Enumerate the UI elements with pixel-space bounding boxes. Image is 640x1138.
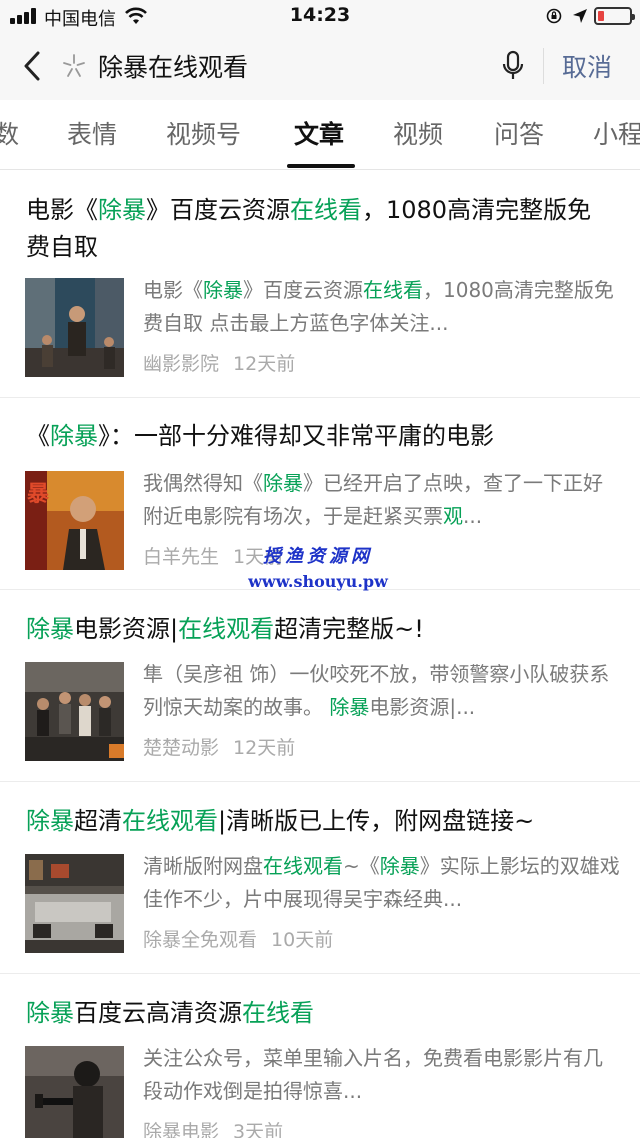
result-thumbnail: 暴 [25,471,124,570]
text-segment: 清晰版附网盘 [143,854,263,878]
result-source[interactable]: 幽影影院 [143,353,219,375]
result-thumbnail [25,1046,124,1138]
result-source[interactable]: 白羊先生 [143,546,219,568]
result-meta: 白羊先生 1天前 [143,542,283,569]
category-tabs: 数 表情 视频号 文章 视频 问答 小程 [0,100,640,170]
active-tab-indicator [287,164,355,168]
result-item[interactable]: 除暴电影资源|在线观看超清完整版~! 隼（吴彦祖 饰）一伙咬死不放，带领警察小队… [0,590,640,780]
tab-mini-programs[interactable]: 小程 [593,115,640,151]
keyword-highlight: 除暴 [329,695,370,719]
tab-qa[interactable]: 问答 [494,115,544,151]
keyword-highlight: 除暴 [98,196,146,224]
keyword-highlight: 观 [443,504,463,528]
result-thumbnail [25,278,124,377]
result-title[interactable]: 除暴超清在线观看|清晰版已上传，附网盘链接~ [26,803,606,840]
text-segment: 超清 [74,807,122,835]
text-segment: 超清完整版~! [274,615,424,643]
svg-text:暴: 暴 [26,482,50,507]
text-segment: |清晰版已上传，附网盘链接~ [218,807,535,835]
result-snippet: 关注公众号，菜单里输入片名，免费看电影影片有几段动作戏倒是拍得惊喜... [143,1042,621,1108]
search-bar: 除暴在线观看 取消 [0,32,640,100]
keyword-highlight: 除暴 [263,471,303,495]
keyword-highlight: 在线观看 [122,807,218,835]
text-segment: 电影资源|... [369,695,476,719]
text-segment: 电影《 [26,196,98,224]
result-source[interactable]: 除暴全免观看 [143,929,257,951]
result-meta: 除暴全免观看 10天前 [143,925,333,952]
keyword-highlight: 在线观看 [178,615,275,643]
clock: 14:23 [289,4,351,26]
text-segment: 电影资源| [74,615,179,643]
result-thumbnail [25,662,124,761]
result-item[interactable]: 除暴超清在线观看|清晰版已上传，附网盘链接~ 清晰版附网盘在线观看~《除暴》实际… [0,782,640,972]
result-time: 10天前 [271,929,334,951]
result-title[interactable]: 除暴电影资源|在线观看超清完整版~! [26,611,606,648]
text-segment: 我偶然得知《 [143,471,263,495]
result-meta: 楚楚动影 12天前 [143,733,295,760]
result-snippet: 电影《除暴》百度云资源在线看，1080高清完整版免费自取 点击最上方蓝色字体关注… [143,274,621,340]
orientation-lock-icon [546,8,562,24]
result-title[interactable]: 《除暴》：一部十分难得却又非常平庸的电影 [26,418,606,455]
result-item[interactable]: 《除暴》：一部十分难得却又非常平庸的电影 暴 我偶然得知《除暴》已经开启了点映，… [0,398,640,588]
tab-channels[interactable]: 视频号 [166,115,241,151]
keyword-highlight: 在线看 [242,999,314,1027]
location-arrow-icon [573,9,587,23]
cancel-button[interactable]: 取消 [562,48,612,84]
keyword-highlight: 除暴 [26,999,74,1027]
result-meta: 除暴电影 3天前 [143,1117,283,1138]
result-thumbnail [25,854,124,953]
tab-videos[interactable]: 视频 [393,115,443,151]
keyword-highlight: 在线观看 [263,854,343,878]
back-button[interactable] [18,48,48,84]
result-time: 3天前 [233,1121,284,1138]
keyword-highlight: 除暴 [50,422,98,450]
result-time: 12天前 [233,353,296,375]
search-divider [543,48,544,84]
status-bar: 中国电信 14:23 [0,0,640,32]
keyword-highlight: 除暴 [379,854,420,878]
result-title[interactable]: 电影《除暴》百度云资源在线看，1080高清完整版免费自取 [26,192,606,266]
text-segment: 电影《 [143,278,203,302]
text-segment: 《 [26,422,50,450]
text-segment: 百度云高清资源 [74,999,242,1027]
text-segment: ~《 [343,854,380,878]
keyword-highlight: 在线看 [363,278,423,302]
search-icon [63,54,85,77]
keyword-highlight: 除暴 [203,278,243,302]
result-title[interactable]: 除暴百度云高清资源在线看 [26,995,606,1032]
tab-hidden-left[interactable]: 数 [0,115,19,151]
result-snippet: 清晰版附网盘在线观看~《除暴》实际上影坛的双雄戏佳作不少，片中展现得吴宇森经典.… [143,850,621,916]
tab-emoji[interactable]: 表情 [67,115,117,151]
battery-icon [594,7,635,25]
result-snippet: 隼（吴彦祖 饰）一伙咬死不放，带领警察小队破获系列惊天劫案的故事。 除暴电影资源… [143,658,621,724]
result-time: 12天前 [233,737,296,759]
result-time: 1天前 [233,546,284,568]
microphone-icon[interactable] [500,50,526,82]
result-snippet: 我偶然得知《除暴》已经开启了点映，查了一下正好附近电影院有场次，于是赶紧买票观.… [143,467,621,533]
text-segment: 》：一部十分难得却又非常平庸的电影 [98,422,494,450]
text-segment: 关注公众号，菜单里输入片名，免费看电影影片有几段动作戏倒是拍得惊喜... [143,1046,603,1103]
result-meta: 幽影影院 12天前 [143,349,295,376]
text-segment: ... [463,504,483,528]
result-source[interactable]: 除暴电影 [143,1121,219,1138]
result-item[interactable]: 除暴百度云高清资源在线看 关注公众号，菜单里输入片名，免费看电影影片有几段动作戏… [0,974,640,1138]
text-segment: 》百度云资源 [146,196,290,224]
keyword-highlight: 除暴 [26,807,74,835]
text-segment: 》百度云资源 [243,278,363,302]
result-source[interactable]: 楚楚动影 [143,737,219,759]
search-input[interactable]: 除暴在线观看 [98,48,248,84]
tab-articles[interactable]: 文章 [294,115,344,151]
keyword-highlight: 除暴 [26,615,74,643]
result-item[interactable]: 电影《除暴》百度云资源在线看，1080高清完整版免费自取 电影《除暴》百度云资源… [0,171,640,377]
keyword-highlight: 在线看 [290,196,362,224]
